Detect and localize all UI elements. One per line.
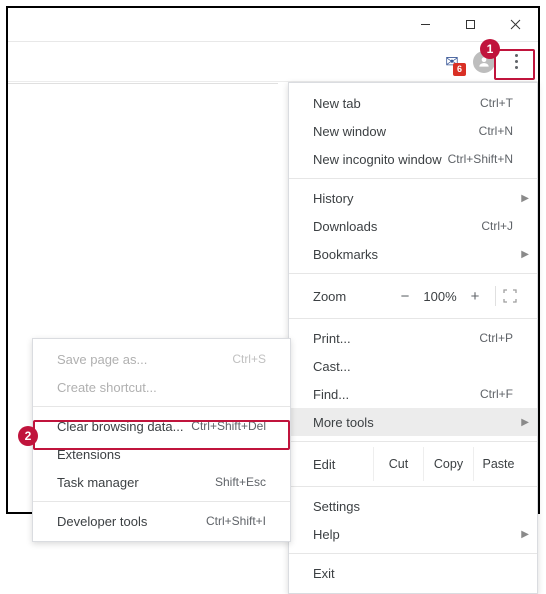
titlebar bbox=[8, 8, 538, 42]
annotation-badge-2: 2 bbox=[18, 426, 38, 446]
menu-label: More tools bbox=[313, 415, 513, 430]
menu-label: Clear browsing data... bbox=[57, 419, 191, 434]
zoom-value: 100% bbox=[419, 289, 461, 304]
menu-shortcut: Ctrl+Shift+I bbox=[206, 514, 266, 528]
menu-separator bbox=[289, 553, 537, 554]
more-tools-submenu: Save page as... Ctrl+S Create shortcut..… bbox=[32, 338, 291, 542]
menu-label: Create shortcut... bbox=[57, 380, 266, 395]
menu-shortcut: Ctrl+Shift+Del bbox=[191, 419, 266, 433]
edit-cut-button[interactable]: Cut bbox=[373, 447, 423, 481]
menu-shortcut: Shift+Esc bbox=[215, 475, 266, 489]
main-menu: New tab Ctrl+T New window Ctrl+N New inc… bbox=[288, 82, 538, 594]
menu-separator bbox=[289, 441, 537, 442]
menu-separator bbox=[289, 273, 537, 274]
menu-shortcut: Ctrl+T bbox=[480, 96, 513, 110]
maximize-icon bbox=[465, 19, 476, 30]
menu-label: History bbox=[313, 191, 513, 206]
menu-new-tab[interactable]: New tab Ctrl+T bbox=[289, 89, 537, 117]
menu-label: Find... bbox=[313, 387, 480, 402]
menu-label: Downloads bbox=[313, 219, 481, 234]
menu-separator bbox=[33, 406, 290, 407]
edit-paste-button[interactable]: Paste bbox=[473, 447, 523, 481]
menu-shortcut: Ctrl+J bbox=[481, 219, 513, 233]
menu-shortcut: Ctrl+P bbox=[479, 331, 513, 345]
maximize-button[interactable] bbox=[448, 10, 493, 40]
menu-history[interactable]: History ▶ bbox=[289, 184, 537, 212]
menu-separator bbox=[289, 486, 537, 487]
submenu-save-page[interactable]: Save page as... Ctrl+S bbox=[33, 345, 290, 373]
menu-settings[interactable]: Settings bbox=[289, 492, 537, 520]
submenu-clear-data[interactable]: Clear browsing data... Ctrl+Shift+Del bbox=[33, 412, 290, 440]
menu-label: Print... bbox=[313, 331, 479, 346]
menu-exit[interactable]: Exit bbox=[289, 559, 537, 587]
menu-bookmarks[interactable]: Bookmarks ▶ bbox=[289, 240, 537, 268]
menu-label: Extensions bbox=[57, 447, 266, 462]
menu-label: Save page as... bbox=[57, 352, 232, 367]
menu-label: Help bbox=[313, 527, 513, 542]
fullscreen-icon bbox=[503, 289, 517, 303]
menu-button[interactable] bbox=[500, 46, 532, 78]
annotation-badge-1: 1 bbox=[480, 39, 500, 59]
vertical-dots-icon bbox=[515, 54, 518, 69]
mail-badge: 6 bbox=[453, 63, 466, 76]
window-frame: ☆ ✉ 6 New tab Ctrl+T New window Ctrl+N N… bbox=[6, 6, 540, 514]
menu-find[interactable]: Find... Ctrl+F bbox=[289, 380, 537, 408]
menu-zoom: Zoom − 100% + bbox=[289, 279, 537, 313]
menu-label: New tab bbox=[313, 96, 480, 111]
submenu-extensions[interactable]: Extensions bbox=[33, 440, 290, 468]
chevron-right-icon: ▶ bbox=[521, 193, 529, 204]
zoom-in-button[interactable]: + bbox=[461, 288, 489, 305]
menu-separator bbox=[289, 178, 537, 179]
menu-label: New incognito window bbox=[313, 152, 448, 167]
zoom-out-button[interactable]: − bbox=[391, 288, 419, 305]
menu-cast[interactable]: Cast... bbox=[289, 352, 537, 380]
chevron-right-icon: ▶ bbox=[521, 529, 529, 540]
toolbar: ☆ ✉ 6 bbox=[8, 42, 538, 82]
zoom-label: Zoom bbox=[313, 289, 391, 304]
menu-label: Cast... bbox=[313, 359, 513, 374]
menu-help[interactable]: Help ▶ bbox=[289, 520, 537, 548]
submenu-task-manager[interactable]: Task manager Shift+Esc bbox=[33, 468, 290, 496]
menu-label: Bookmarks bbox=[313, 247, 513, 262]
menu-new-window[interactable]: New window Ctrl+N bbox=[289, 117, 537, 145]
menu-label: Developer tools bbox=[57, 514, 206, 529]
menu-shortcut: Ctrl+F bbox=[480, 387, 513, 401]
menu-edit: Edit Cut Copy Paste bbox=[289, 447, 537, 481]
menu-shortcut: Ctrl+N bbox=[479, 124, 513, 138]
close-button[interactable] bbox=[493, 10, 538, 40]
menu-more-tools[interactable]: More tools ▶ bbox=[289, 408, 537, 436]
submenu-create-shortcut[interactable]: Create shortcut... bbox=[33, 373, 290, 401]
menu-label: New window bbox=[313, 124, 479, 139]
menu-new-incognito[interactable]: New incognito window Ctrl+Shift+N bbox=[289, 145, 537, 173]
menu-label: Exit bbox=[313, 566, 513, 581]
menu-shortcut: Ctrl+Shift+N bbox=[448, 152, 513, 166]
chevron-right-icon: ▶ bbox=[521, 417, 529, 428]
edit-label: Edit bbox=[313, 457, 373, 472]
fullscreen-button[interactable] bbox=[495, 286, 523, 306]
minimize-button[interactable] bbox=[403, 10, 448, 40]
menu-label: Task manager bbox=[57, 475, 215, 490]
close-icon bbox=[510, 19, 521, 30]
minimize-icon bbox=[420, 19, 431, 30]
content-divider bbox=[8, 82, 278, 84]
menu-separator bbox=[289, 318, 537, 319]
menu-shortcut: Ctrl+S bbox=[232, 352, 266, 366]
menu-separator bbox=[33, 501, 290, 502]
menu-downloads[interactable]: Downloads Ctrl+J bbox=[289, 212, 537, 240]
chevron-right-icon: ▶ bbox=[521, 249, 529, 260]
menu-print[interactable]: Print... Ctrl+P bbox=[289, 324, 537, 352]
menu-label: Settings bbox=[313, 499, 513, 514]
submenu-dev-tools[interactable]: Developer tools Ctrl+Shift+I bbox=[33, 507, 290, 535]
mail-extension-button[interactable]: ✉ 6 bbox=[436, 46, 468, 78]
edit-copy-button[interactable]: Copy bbox=[423, 447, 473, 481]
